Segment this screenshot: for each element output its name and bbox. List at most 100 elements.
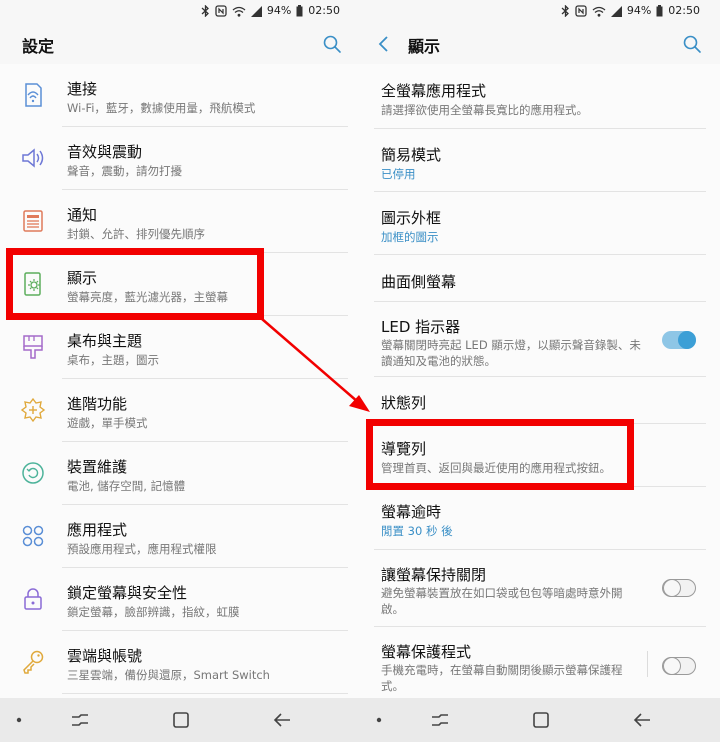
dot-icon[interactable] bbox=[368, 709, 390, 731]
item-subtitle: 聲音，震動，請勿打擾 bbox=[67, 164, 182, 178]
item-title: 連接 bbox=[67, 80, 98, 98]
display-item-screensaver[interactable]: 螢幕保護程式 手機充電時，在螢幕自動關閉後顯示螢幕保護程式。 bbox=[360, 627, 720, 699]
page-title: 設定 bbox=[22, 37, 55, 56]
back-icon[interactable] bbox=[271, 709, 293, 731]
home-icon[interactable] bbox=[170, 709, 192, 731]
wifi-icon bbox=[232, 6, 246, 17]
item-subtitle: 加框的圖示 bbox=[381, 230, 439, 244]
keep-screen-off-toggle[interactable] bbox=[662, 578, 696, 597]
clock: 02:50 bbox=[308, 4, 340, 17]
settings-item-lock-screen[interactable]: 鎖定螢幕與安全性 鎖定螢幕，臉部辨識，指紋，虹膜 bbox=[0, 568, 360, 630]
item-subtitle: 遊戲，單手模式 bbox=[67, 416, 148, 430]
nfc-icon bbox=[575, 5, 587, 17]
status-bar: 94% 02:50 bbox=[0, 0, 360, 24]
apps-icon bbox=[22, 525, 44, 547]
toggle-knob bbox=[663, 578, 681, 597]
item-subtitle: 封鎖、允許、排列優先順序 bbox=[67, 227, 205, 241]
item-subtitle: 預設應用程式，應用程式權限 bbox=[67, 542, 217, 556]
item-title: 讓螢幕保持關閉 bbox=[381, 566, 487, 584]
back-icon[interactable] bbox=[631, 709, 653, 731]
item-title: 圖示外框 bbox=[381, 209, 442, 227]
item-subtitle: 電池, 儲存空間, 記憶體 bbox=[67, 479, 186, 493]
display-item-led-indicator[interactable]: LED 指示器 螢幕關閉時亮起 LED 顯示燈，以顯示聲音錄製、未讀通知及電池的… bbox=[360, 302, 720, 376]
bluetooth-icon bbox=[561, 5, 569, 17]
signal-icon bbox=[610, 5, 622, 17]
status-bar: 94% 02:50 bbox=[360, 0, 720, 24]
item-title: 螢幕保護程式 bbox=[381, 643, 472, 661]
navigation-bar-highlight-box bbox=[366, 419, 634, 490]
clock: 02:50 bbox=[668, 4, 700, 17]
toggle-knob bbox=[678, 331, 696, 349]
led-indicator-toggle[interactable] bbox=[662, 331, 696, 349]
app-bar: 顯示 bbox=[360, 24, 720, 64]
search-icon[interactable] bbox=[682, 34, 702, 54]
separator bbox=[647, 651, 648, 677]
screensaver-toggle[interactable] bbox=[662, 656, 696, 675]
display-item-status-bar[interactable]: 狀態列 bbox=[360, 377, 720, 423]
item-title: 通知 bbox=[67, 206, 98, 224]
item-subtitle: 已停用 bbox=[381, 167, 416, 181]
settings-list: 連接 Wi-Fi，藍牙，數據使用量，飛航模式 音效與震動 聲音，震動，請勿打擾 … bbox=[0, 64, 360, 698]
recents-icon[interactable] bbox=[69, 709, 91, 731]
app-bar: 設定 bbox=[0, 24, 360, 64]
settings-item-connections[interactable]: 連接 Wi-Fi，藍牙，數據使用量，飛航模式 bbox=[0, 64, 360, 126]
display-item-screen-timeout[interactable]: 螢幕逾時 閒置 30 秒 後 bbox=[360, 487, 720, 549]
sound-icon bbox=[22, 148, 44, 168]
item-subtitle: 桌布，主題，圖示 bbox=[67, 353, 159, 367]
lock-icon bbox=[24, 588, 42, 610]
settings-item-apps[interactable]: 應用程式 預設應用程式，應用程式權限 bbox=[0, 505, 360, 567]
item-title: 簡易模式 bbox=[381, 146, 442, 164]
item-subtitle: 閒置 30 秒 後 bbox=[381, 524, 453, 538]
battery-icon bbox=[656, 5, 663, 17]
display-item-edge-screen[interactable]: 曲面側螢幕 bbox=[360, 255, 720, 301]
display-item-full-screen-apps[interactable]: 全螢幕應用程式 請選擇欲使用全螢幕長寬比的應用程式。 bbox=[360, 64, 720, 127]
settings-item-cloud-accounts[interactable]: 雲端與帳號 三星雲端，備份與還原，Smart Switch bbox=[0, 631, 360, 693]
battery-icon bbox=[296, 5, 303, 17]
item-subtitle: 螢幕關閉時亮起 LED 顯示燈，以顯示聲音錄製、未讀通知及電池的狀態。 bbox=[381, 338, 641, 368]
item-title: 曲面側螢幕 bbox=[381, 273, 457, 291]
settings-item-device-maintenance[interactable]: 裝置維護 電池, 儲存空間, 記憶體 bbox=[0, 442, 360, 504]
toggle-knob bbox=[663, 656, 681, 675]
battery-percent: 94% bbox=[626, 4, 652, 17]
display-item-icon-frames[interactable]: 圖示外框 加框的圖示 bbox=[360, 192, 720, 254]
item-title: 音效與震動 bbox=[67, 143, 143, 161]
item-title: 全螢幕應用程式 bbox=[381, 82, 487, 100]
display-highlight-box bbox=[6, 248, 264, 320]
display-item-easy-mode[interactable]: 簡易模式 已停用 bbox=[360, 129, 720, 191]
item-title: 桌布與主題 bbox=[67, 332, 143, 350]
item-title: 鎖定螢幕與安全性 bbox=[67, 584, 188, 602]
battery-percent: 94% bbox=[266, 4, 292, 17]
item-subtitle: 鎖定螢幕，臉部辨識，指紋，虹膜 bbox=[67, 605, 240, 619]
signal-icon bbox=[250, 5, 262, 17]
notification-icon bbox=[23, 210, 43, 232]
settings-item-notifications[interactable]: 通知 封鎖、允許、排列優先順序 bbox=[0, 190, 360, 252]
divider bbox=[62, 693, 348, 694]
back-arrow-icon[interactable] bbox=[374, 34, 394, 54]
advanced-icon bbox=[20, 397, 46, 423]
item-subtitle: Wi-Fi，藍牙，數據使用量，飛航模式 bbox=[67, 101, 256, 115]
page-title: 顯示 bbox=[408, 37, 441, 56]
navigation-bar bbox=[360, 698, 720, 742]
settings-item-advanced[interactable]: 進階功能 遊戲，單手模式 bbox=[0, 379, 360, 441]
recents-icon[interactable] bbox=[429, 709, 451, 731]
settings-item-wallpapers[interactable]: 桌布與主題 桌布，主題，圖示 bbox=[0, 316, 360, 378]
home-icon[interactable] bbox=[530, 709, 552, 731]
bluetooth-icon bbox=[201, 5, 209, 17]
display-settings-screen: 94% 02:50 顯示 全螢幕應用程式 請選擇欲使用全螢幕長寬比的應用程式。 … bbox=[360, 0, 720, 742]
item-title: 應用程式 bbox=[67, 521, 128, 539]
dot-icon[interactable] bbox=[8, 709, 30, 731]
display-item-keep-screen-off[interactable]: 讓螢幕保持關閉 避免螢幕裝置放在如口袋或包包等暗處時意外開啟。 bbox=[360, 550, 720, 626]
settings-screen: 94% 02:50 設定 連接 Wi-Fi，藍牙，數據使用量，飛航模式 音效與震… bbox=[0, 0, 360, 742]
settings-item-sounds[interactable]: 音效與震動 聲音，震動，請勿打擾 bbox=[0, 127, 360, 189]
key-icon bbox=[23, 650, 44, 674]
navigation-bar bbox=[0, 698, 360, 742]
item-subtitle: 避免螢幕裝置放在如口袋或包包等暗處時意外開啟。 bbox=[381, 586, 623, 616]
item-title: 螢幕逾時 bbox=[381, 503, 442, 521]
nfc-icon bbox=[215, 5, 227, 17]
wallpaper-icon bbox=[23, 335, 43, 359]
wifi-icon bbox=[592, 6, 606, 17]
item-subtitle: 三星雲端，備份與還原，Smart Switch bbox=[67, 668, 270, 682]
item-subtitle: 手機充電時，在螢幕自動關閉後顯示螢幕保護程式。 bbox=[381, 663, 623, 693]
search-icon[interactable] bbox=[322, 34, 342, 54]
connection-icon bbox=[25, 83, 42, 107]
